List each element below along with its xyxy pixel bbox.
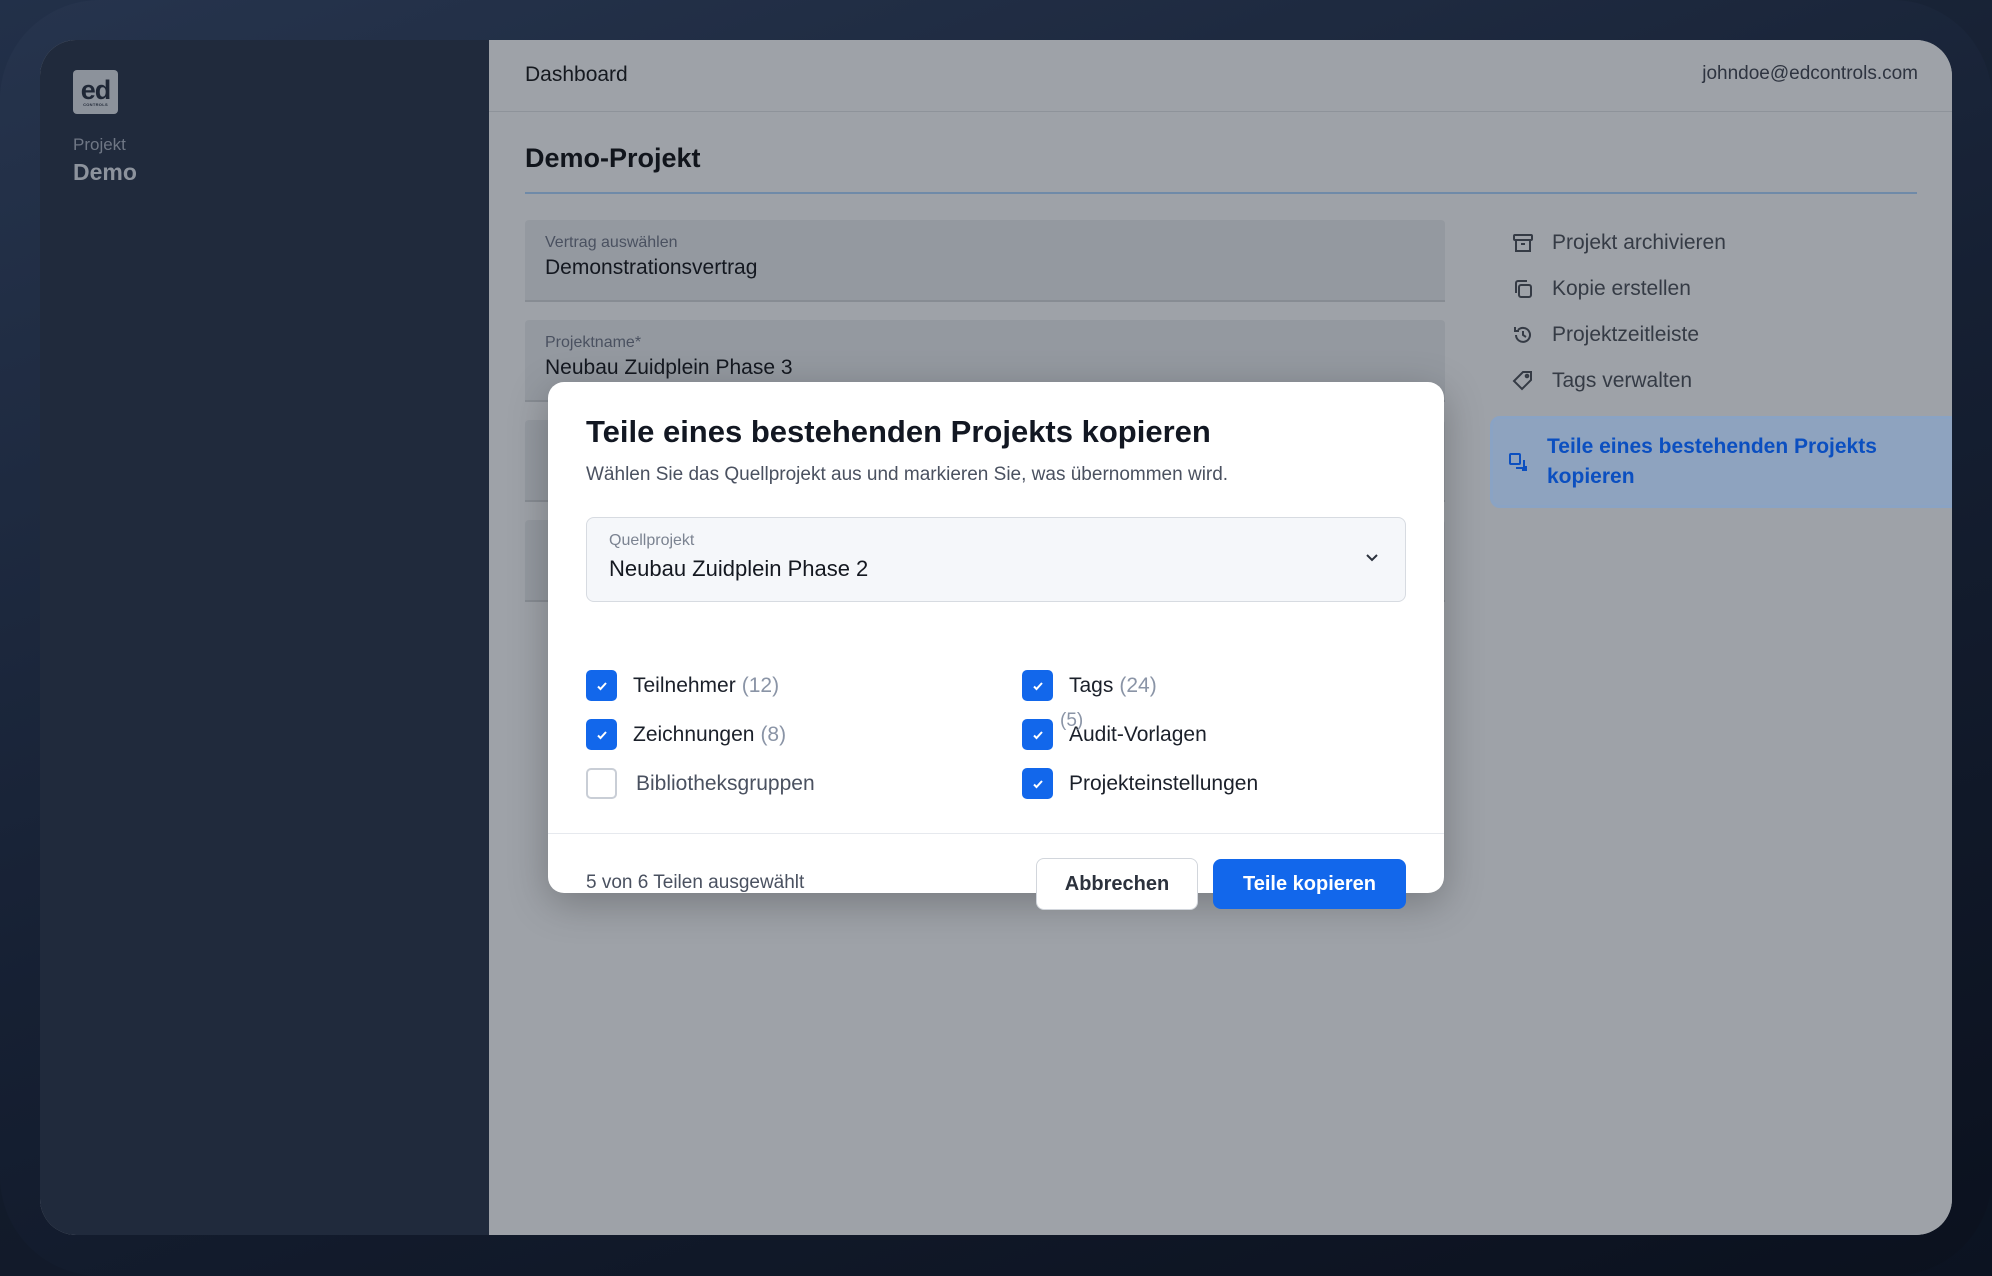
project-label: Projekt: [73, 135, 126, 154]
checkbox-library-groups[interactable]: Bibliotheksgruppen: [586, 768, 815, 799]
copy-parts-button[interactable]: Teile kopieren: [1213, 859, 1406, 909]
dialog-subtitle: Wählen Sie das Quellprojekt aus und mark…: [586, 464, 1229, 485]
select-value: Neubau Zuidplein Phase 2: [609, 556, 869, 581]
check-icon[interactable]: [1022, 768, 1053, 799]
checkbox-count: (12): [741, 673, 780, 697]
app-screen: ed CONTROLS Projekt Demo Dashboard johnd…: [40, 40, 1952, 1235]
action-label-line2: kopieren: [1547, 465, 1635, 488]
cancel-button[interactable]: Abbrechen: [1036, 858, 1198, 910]
copy-parts-dialog: Teile eines bestehenden Projekts kopiere…: [548, 382, 1444, 910]
action-copy-parts[interactable]: Teile eines bestehenden Projekts kopiere…: [1490, 416, 1952, 508]
copy-icon: [1512, 278, 1534, 300]
checkbox-label: Projekteinstellungen: [1069, 771, 1259, 795]
title-underline: [525, 192, 1917, 194]
checkbox-label: Bibliotheksgruppen: [636, 771, 815, 795]
checkbox-label: Zeichnungen: [633, 722, 755, 746]
checkbox-label: Audit-Vorlagen: [1069, 722, 1207, 746]
field-label: Projektname*: [545, 334, 642, 351]
checkbox-audit-templates[interactable]: Audit-Vorlagen: [1022, 719, 1207, 750]
page-title: Demo-Projekt: [525, 143, 701, 173]
logo-text: ed: [80, 74, 111, 105]
history-icon: [1512, 324, 1534, 346]
sidebar: ed CONTROLS Projekt Demo: [40, 40, 489, 1235]
checkbox-project-settings[interactable]: Projekteinstellungen: [1022, 768, 1258, 799]
project-actions: Projekt archivieren Kopie erstellen Proj…: [1490, 220, 1952, 508]
action-label: Teile eines bestehenden Projekts kopiere…: [1547, 432, 1877, 492]
copy-parts-icon: [1507, 451, 1529, 473]
edcontrols-logo[interactable]: ed CONTROLS: [73, 70, 118, 114]
source-project-select[interactable]: Quellprojekt Neubau Zuidplein Phase 2: [586, 517, 1406, 602]
action-label: Projektzeitleiste: [1552, 323, 1700, 346]
top-bar: Dashboard johndoe@edcontrols.com: [489, 40, 1952, 112]
action-label-line1: Teile eines bestehenden Projekts: [1547, 435, 1877, 458]
check-icon[interactable]: [586, 670, 617, 701]
checkbox-count: (8): [760, 722, 787, 746]
action-project-timeline[interactable]: Projektzeitleiste: [1490, 312, 1952, 358]
dialog-title: Teile eines bestehenden Projekts kopiere…: [586, 414, 1211, 449]
action-archive-project[interactable]: Projekt archivieren: [1490, 220, 1952, 266]
tag-icon: [1512, 370, 1534, 392]
checkbox-tags[interactable]: Tags (24): [1022, 670, 1157, 701]
checkbox-empty[interactable]: [586, 768, 617, 799]
project-name: Demo: [73, 159, 137, 185]
archive-icon: [1512, 232, 1534, 254]
field-value: Neubau Zuidplein Phase 3: [545, 356, 793, 379]
user-email[interactable]: johndoe@edcontrols.com: [1702, 63, 1918, 85]
action-label: Projekt archivieren: [1552, 231, 1726, 254]
checkbox-count: (24): [1119, 673, 1157, 697]
checkbox-drawings[interactable]: Zeichnungen (8): [586, 719, 786, 750]
checkbox-count: (5): [1060, 710, 1084, 731]
check-icon[interactable]: [1022, 670, 1053, 701]
dialog-divider: [548, 833, 1444, 834]
selection-summary: 5 von 6 Teilen ausgewählt: [586, 872, 805, 893]
checkbox-label: Teilnehmer: [633, 673, 736, 697]
field-value: Demonstrationsvertrag: [545, 256, 758, 279]
action-label: Kopie erstellen: [1552, 277, 1691, 300]
check-icon[interactable]: [586, 719, 617, 750]
breadcrumb-dashboard[interactable]: Dashboard: [525, 63, 628, 87]
contract-select-field[interactable]: Vertrag auswählen Demonstrationsvertrag: [525, 220, 1445, 302]
checkbox-participants[interactable]: Teilnehmer (12): [586, 670, 779, 701]
logo-subtext: CONTROLS: [83, 101, 108, 107]
chevron-down-icon: [1363, 548, 1381, 571]
action-create-copy[interactable]: Kopie erstellen: [1490, 266, 1952, 312]
checkbox-label: Tags: [1069, 673, 1114, 697]
field-label: Vertrag auswählen: [545, 234, 678, 251]
action-manage-tags[interactable]: Tags verwalten: [1490, 358, 1952, 404]
check-icon[interactable]: [1022, 719, 1053, 750]
select-label: Quellprojekt: [609, 532, 695, 549]
action-label: Tags verwalten: [1552, 369, 1693, 392]
tablet-frame: ed CONTROLS Projekt Demo Dashboard johnd…: [0, 0, 1992, 1276]
